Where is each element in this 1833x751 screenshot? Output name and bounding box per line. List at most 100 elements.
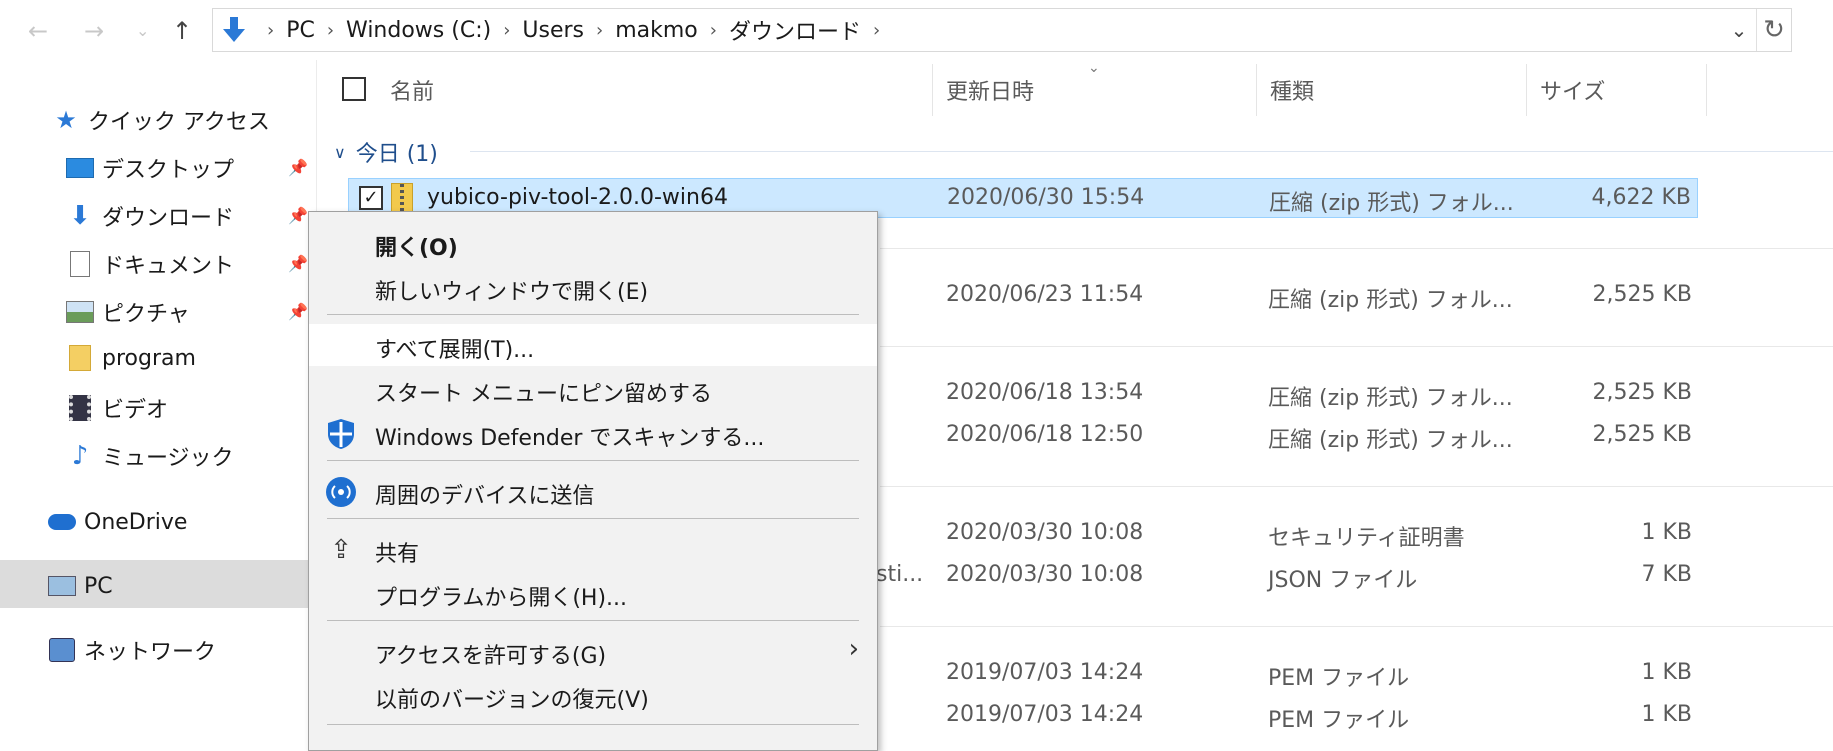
file-type: 圧縮 (zip 形式) フォル... bbox=[1268, 386, 1513, 411]
pin-icon[interactable]: 📌 bbox=[288, 254, 308, 273]
column-divider[interactable] bbox=[932, 64, 933, 116]
menu-item-defender-scan[interactable]: Windows Defender でスキャンする... bbox=[309, 412, 877, 454]
nav-pc[interactable]: PC bbox=[48, 572, 113, 600]
nav-pc-label: PC bbox=[84, 573, 113, 599]
nav-item-videos[interactable]: ビデオ bbox=[66, 392, 168, 424]
menu-item-pin-start[interactable]: スタート メニューにピン留めする bbox=[309, 368, 877, 410]
nav-item-label: ビデオ bbox=[102, 398, 169, 423]
chevron-right-icon[interactable]: › bbox=[873, 20, 880, 41]
menu-item-extract-all[interactable]: すべて展開(T)... bbox=[309, 324, 877, 366]
menu-item-share[interactable]: ⇪ 共有 bbox=[309, 528, 877, 570]
refresh-icon[interactable]: ↻ bbox=[1756, 9, 1791, 51]
chevron-right-icon[interactable]: › bbox=[596, 20, 603, 41]
file-size: 1 KB bbox=[1641, 520, 1692, 545]
nav-item-program[interactable]: program bbox=[66, 344, 196, 372]
nearby-share-icon bbox=[325, 476, 357, 508]
nav-item-downloads[interactable]: ⬇ ダウンロード bbox=[66, 200, 234, 232]
menu-separator bbox=[327, 518, 859, 519]
file-date: 2020/06/30 15:54 bbox=[947, 185, 1145, 210]
pin-icon[interactable]: 📌 bbox=[288, 158, 308, 177]
menu-separator bbox=[327, 724, 859, 725]
forward-button[interactable]: → bbox=[84, 14, 104, 48]
menu-item-nearby-share[interactable]: 周囲のデバイスに送信 bbox=[309, 470, 877, 512]
column-divider[interactable] bbox=[1526, 64, 1527, 116]
chevron-right-icon[interactable]: › bbox=[267, 20, 274, 41]
file-date: 2019/07/03 14:24 bbox=[946, 660, 1144, 685]
file-type: セキュリティ証明書 bbox=[1268, 526, 1465, 551]
group-header-label: 今日 (1) bbox=[355, 142, 438, 167]
menu-item-label: Windows Defender でスキャンする... bbox=[375, 426, 765, 451]
menu-item-label: プログラムから開く(H)... bbox=[375, 586, 628, 611]
file-size: 1 KB bbox=[1641, 702, 1692, 727]
cloud-icon bbox=[48, 508, 76, 536]
zip-folder-icon bbox=[391, 183, 413, 213]
group-divider bbox=[470, 151, 1833, 152]
sort-descending-icon: ⌄ bbox=[1088, 60, 1100, 76]
nav-item-desktop[interactable]: デスクトップ bbox=[66, 152, 234, 184]
menu-item-label: すべて展開(T)... bbox=[375, 338, 535, 363]
menu-item-label: 新しいウィンドウで開く(E) bbox=[375, 280, 649, 305]
breadcrumb-drive[interactable]: Windows (C:) bbox=[346, 18, 491, 43]
recent-locations-icon[interactable]: ⌄ bbox=[136, 14, 149, 48]
nav-item-label: ダウンロード bbox=[102, 206, 235, 231]
nav-network[interactable]: ネットワーク bbox=[48, 634, 216, 666]
breadcrumb-user[interactable]: makmo bbox=[615, 18, 698, 43]
shield-icon bbox=[325, 418, 357, 450]
chevron-right-icon[interactable]: › bbox=[327, 20, 334, 41]
folder-icon bbox=[66, 344, 94, 372]
nav-item-pictures[interactable]: ピクチャ bbox=[66, 296, 190, 328]
pin-icon[interactable]: 📌 bbox=[288, 302, 308, 321]
column-divider[interactable] bbox=[1706, 64, 1707, 116]
chevron-right-icon[interactable]: › bbox=[503, 20, 510, 41]
menu-item-open-with[interactable]: プログラムから開く(H)... bbox=[309, 572, 877, 614]
menu-separator bbox=[327, 314, 859, 315]
row-checkbox[interactable]: ✓ bbox=[359, 186, 383, 210]
file-date: 2019/07/03 14:24 bbox=[946, 702, 1144, 727]
address-bar[interactable]: › PC › Windows (C:) › Users › makmo › ダウ… bbox=[212, 8, 1792, 52]
file-size: 4,622 KB bbox=[1591, 185, 1692, 210]
group-header-today[interactable]: ∨ 今日 (1) bbox=[334, 136, 438, 168]
file-type: JSON ファイル bbox=[1268, 568, 1418, 593]
music-note-icon: ♪ bbox=[71, 441, 89, 471]
file-size: 7 KB bbox=[1641, 562, 1692, 587]
menu-item-restore-versions[interactable]: 以前のバージョンの復元(V) bbox=[309, 674, 877, 716]
breadcrumb: › PC › Windows (C:) › Users › makmo › ダウ… bbox=[255, 14, 892, 46]
menu-separator bbox=[327, 620, 859, 621]
up-button[interactable]: ↑ bbox=[172, 14, 192, 48]
select-all-checkbox[interactable] bbox=[342, 77, 366, 101]
nav-quick-access[interactable]: ★ クイック アクセス bbox=[52, 104, 270, 136]
nav-item-music[interactable]: ♪ ミュージック bbox=[66, 440, 234, 472]
nav-item-documents[interactable]: ドキュメント bbox=[66, 248, 234, 280]
breadcrumb-downloads[interactable]: ダウンロード bbox=[729, 14, 861, 46]
nav-onedrive[interactable]: OneDrive bbox=[48, 508, 187, 536]
back-button[interactable]: ← bbox=[28, 14, 48, 48]
breadcrumb-users[interactable]: Users bbox=[522, 18, 584, 43]
download-icon: ⬇ bbox=[69, 201, 91, 231]
column-header-size[interactable]: サイズ bbox=[1540, 74, 1605, 106]
menu-item-label: アクセスを許可する(G) bbox=[375, 644, 607, 669]
column-header-date[interactable]: 更新日時 bbox=[946, 74, 1034, 106]
menu-item-give-access[interactable]: アクセスを許可する(G) › bbox=[309, 630, 877, 672]
file-date: 2020/06/18 13:54 bbox=[946, 380, 1144, 405]
nav-item-label: ミュージック bbox=[102, 446, 234, 471]
column-header-type[interactable]: 種類 bbox=[1270, 74, 1314, 106]
menu-item-label: 共有 bbox=[375, 542, 420, 567]
file-date: 2020/06/23 11:54 bbox=[946, 282, 1144, 307]
nav-quick-access-label: クイック アクセス bbox=[88, 110, 270, 135]
breadcrumb-pc[interactable]: PC bbox=[286, 18, 315, 43]
column-header-name[interactable]: 名前 bbox=[390, 74, 434, 106]
file-size: 2,525 KB bbox=[1592, 422, 1693, 447]
column-divider[interactable] bbox=[1256, 64, 1257, 116]
submenu-arrow-icon: › bbox=[848, 634, 859, 664]
nav-selection-highlight bbox=[0, 560, 310, 608]
menu-item-open[interactable]: 開く(O) bbox=[309, 222, 877, 264]
group-divider bbox=[880, 248, 1833, 249]
star-icon: ★ bbox=[55, 106, 77, 134]
computer-icon bbox=[48, 572, 76, 600]
nav-item-label: program bbox=[102, 345, 196, 371]
pin-icon[interactable]: 📌 bbox=[288, 206, 308, 225]
chevron-right-icon[interactable]: › bbox=[710, 20, 717, 41]
address-dropdown-icon[interactable]: ⌄ bbox=[1722, 9, 1756, 51]
menu-item-open-new-window[interactable]: 新しいウィンドウで開く(E) bbox=[309, 266, 877, 308]
chevron-down-icon: ∨ bbox=[334, 142, 346, 162]
